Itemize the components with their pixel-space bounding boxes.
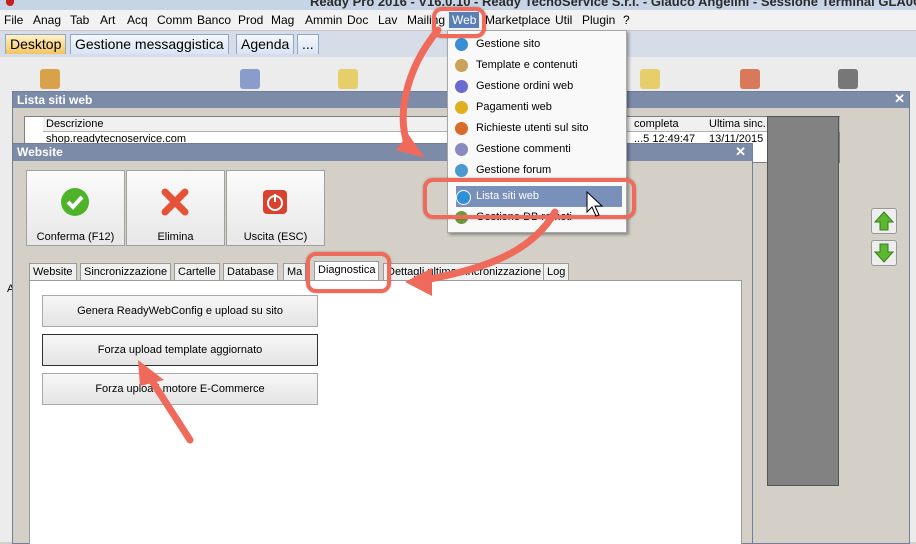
annotation-arrows <box>138 26 604 444</box>
mouse-cursor-icon <box>586 190 604 217</box>
